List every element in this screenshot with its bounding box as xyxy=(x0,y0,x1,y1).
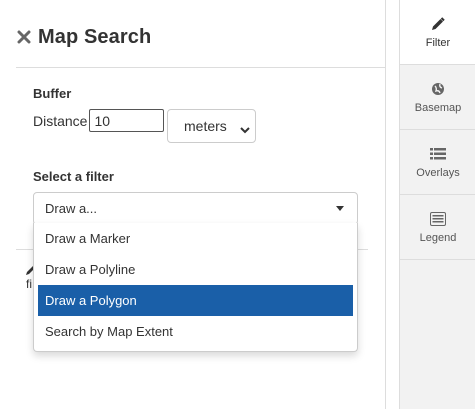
unit-select-value: meters xyxy=(184,118,227,134)
map-search-panel: Map Search Buffer Distance meters Select… xyxy=(0,0,386,409)
tab-legend[interactable]: Legend xyxy=(400,195,475,260)
buffer-heading: Buffer xyxy=(33,86,72,101)
close-icon[interactable] xyxy=(16,29,32,45)
option-draw-polygon[interactable]: Draw a Polygon xyxy=(38,285,353,316)
list-icon xyxy=(430,146,446,162)
panel-gap xyxy=(386,0,399,409)
tab-basemap-label: Basemap xyxy=(414,101,462,114)
header-divider xyxy=(16,67,385,68)
filter-select-value: Draw a... xyxy=(45,201,98,216)
option-draw-marker[interactable]: Draw a Marker xyxy=(34,223,357,254)
distance-label: Distance xyxy=(33,112,88,129)
tab-overlays[interactable]: Overlays xyxy=(400,130,475,195)
tab-basemap[interactable]: Basemap xyxy=(400,65,475,130)
caret-down-icon xyxy=(336,206,344,211)
distance-input[interactable] xyxy=(89,109,165,132)
sidebar: Filter Basemap Overlays Legend xyxy=(399,0,475,409)
filter-dropdown: Draw a Marker Draw a Polyline Draw a Pol… xyxy=(33,223,358,352)
pencil-icon xyxy=(430,16,446,32)
panel-header: Map Search xyxy=(16,22,151,52)
tab-legend-label: Legend xyxy=(419,231,457,244)
page-title: Map Search xyxy=(38,25,152,48)
option-search-map-extent[interactable]: Search by Map Extent xyxy=(34,316,357,347)
filter-heading: Select a filter xyxy=(33,169,114,184)
distance-row: Distance xyxy=(33,109,165,132)
unit-select[interactable]: meters xyxy=(167,109,256,143)
hidden-text-fragment: fi xyxy=(26,277,32,291)
tab-overlays-label: Overlays xyxy=(416,166,460,179)
option-draw-polyline[interactable]: Draw a Polyline xyxy=(34,254,357,285)
tab-filter-label: Filter xyxy=(425,36,451,49)
filter-select[interactable]: Draw a... xyxy=(33,192,358,225)
tab-filter[interactable]: Filter xyxy=(400,0,475,65)
legend-icon xyxy=(430,211,446,227)
chevron-down-icon xyxy=(240,122,250,134)
globe-icon xyxy=(430,81,446,97)
